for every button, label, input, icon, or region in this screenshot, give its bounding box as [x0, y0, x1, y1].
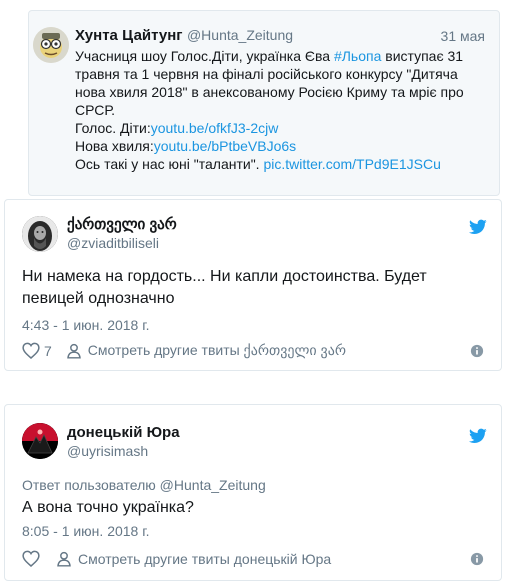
quoted-tweet[interactable]: Хунта Цайтунг @Hunta_Zeitung 31 мая Учас…	[28, 10, 500, 196]
avatar[interactable]	[22, 423, 58, 459]
tweet-timestamp[interactable]: 8:05 - 1 июн. 2018 г.	[22, 523, 150, 539]
text-segment: Учасниця шоу Голос.Діти, українка Єва	[75, 48, 334, 64]
youtube-link-1[interactable]: youtu.be/ofkfJ3-2cjw	[151, 120, 279, 136]
display-name[interactable]: Хунта Цайтунг	[75, 27, 183, 44]
text-line: СРСР.	[75, 102, 115, 118]
text-line: Ни намека на гордость... Ни капли достои…	[22, 268, 427, 285]
avatar[interactable]	[33, 27, 69, 63]
more-tweets-link[interactable]: Смотреть другие твиты ქართველი ვარ	[88, 342, 346, 359]
twitter-bird-icon[interactable]	[469, 219, 487, 235]
reply-prefix: Ответ пользователю	[22, 477, 160, 493]
handle[interactable]: @zviaditbiliseli	[67, 234, 177, 253]
tweet-actions: Смотреть другие твиты донецькій Юра	[22, 550, 484, 567]
person-icon[interactable]	[56, 551, 72, 567]
text-segment: виступає 31	[381, 48, 464, 64]
info-icon[interactable]	[470, 552, 484, 566]
heart-icon[interactable]	[22, 550, 40, 567]
avatar[interactable]	[22, 216, 58, 252]
handle[interactable]: @Hunta_Zeitung	[187, 27, 293, 43]
heart-icon[interactable]	[22, 342, 40, 359]
tweet-card-3: донецькій Юра @uyrisimash Ответ пользова…	[4, 404, 502, 581]
reply-to-link[interactable]: @Hunta_Zeitung	[160, 477, 266, 493]
handle[interactable]: @uyrisimash	[67, 442, 180, 461]
text-line: травня та 1 червня на фіналі російського…	[75, 66, 458, 82]
tweet-actions: 7 Смотреть другие твиты ქართველი ვარ	[22, 342, 484, 359]
like-count[interactable]: 7	[44, 343, 52, 359]
display-name[interactable]: ქართველი ვარ	[67, 215, 177, 234]
reply-context: Ответ пользователю @Hunta_Zeitung	[22, 477, 266, 493]
tweet-text: А вона точно українка?	[22, 499, 194, 516]
tweet-card-2: ქართველი ვარ @zviaditbiliseli Ни намека …	[4, 199, 502, 371]
more-tweets-link[interactable]: Смотреть другие твиты донецькій Юра	[78, 551, 331, 567]
tweet-date[interactable]: 31 мая	[441, 28, 485, 44]
text-line: нова хвиля 2018" в анексованому Росією К…	[75, 84, 464, 100]
text-segment: Ось такі у нас юні "таланти".	[75, 156, 264, 172]
tweet-text: Учасниця шоу Голос.Діти, українка Єва #Л…	[75, 47, 495, 173]
tweet-timestamp[interactable]: 4:43 - 1 июн. 2018 г.	[22, 317, 150, 333]
display-name[interactable]: донецькій Юра	[67, 423, 180, 442]
pic-link[interactable]: pic.twitter.com/TPd9E1JSCu	[263, 156, 440, 172]
text-segment: Нова хвиля:	[75, 138, 154, 154]
text-segment: Голос. Діти:	[75, 120, 151, 136]
twitter-bird-icon[interactable]	[469, 428, 487, 444]
info-icon[interactable]	[470, 344, 484, 358]
hashtag-link[interactable]: #Льопа	[334, 48, 381, 64]
tweet-card-1: Хунта Цайтунг @Hunta_Zeitung 31 мая Учас…	[4, 0, 502, 198]
tweet-text: Ни намека на гордость... Ни капли достои…	[22, 266, 427, 310]
person-icon[interactable]	[66, 343, 82, 359]
text-line: певицей однозначно	[22, 290, 175, 307]
youtube-link-2[interactable]: youtu.be/bPtbeVBJo6s	[154, 138, 296, 154]
